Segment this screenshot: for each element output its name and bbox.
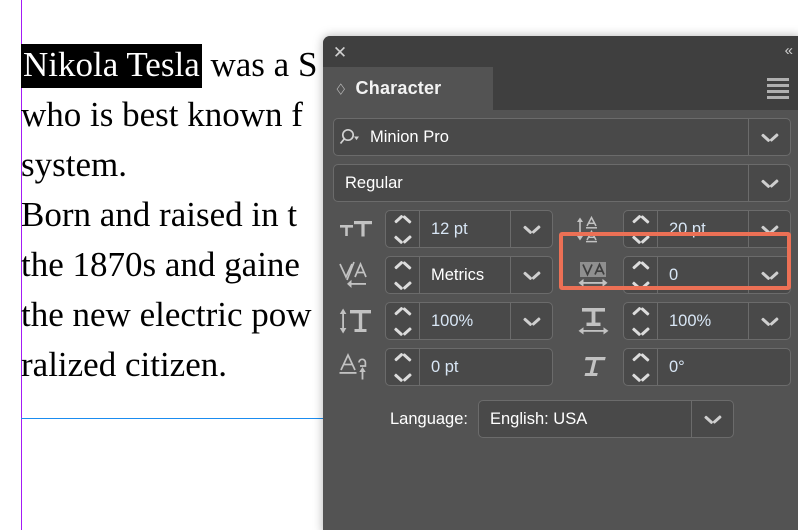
vertical-scale-icon	[333, 302, 379, 340]
horizontal-scale-icon	[571, 302, 617, 340]
panel-titlebar: ✕ «	[323, 36, 798, 67]
horizontal-scale-chevron-down-icon[interactable]	[748, 303, 790, 339]
tracking-icon	[571, 256, 617, 294]
skew-field[interactable]: 0°	[623, 348, 791, 386]
selected-text-run[interactable]: Nikola Tesla	[21, 44, 202, 88]
tracking-chevron-down-icon[interactable]	[748, 257, 790, 293]
baseline-shift-stepper[interactable]	[386, 349, 420, 385]
size-leading-row: 12 pt 20 pt	[333, 210, 791, 248]
language-combo[interactable]: English: USA	[478, 400, 734, 438]
leading-combo[interactable]: 20 pt	[623, 210, 791, 248]
kerning-icon	[333, 256, 379, 294]
font-size-combo[interactable]: 12 pt	[385, 210, 553, 248]
language-chevron-down-icon[interactable]	[691, 401, 733, 437]
document-line-text: who is best known f	[21, 95, 303, 134]
horizontal-scale-stepper[interactable]	[624, 303, 658, 339]
tab-character-label: Character	[355, 78, 442, 98]
font-style-value: Regular	[345, 173, 403, 192]
font-family-combo[interactable]: Minion Pro	[333, 118, 791, 156]
font-size-chevron-down-icon[interactable]	[510, 211, 552, 247]
skew-value: 0°	[669, 357, 685, 376]
baseline-skew-row: 0 pt 0°	[333, 348, 791, 386]
font-family-value: Minion Pro	[370, 127, 449, 146]
font-style-row: Regular	[333, 164, 791, 202]
app-root: Nikola Tesla was a S who is best known f…	[0, 0, 798, 530]
tracking-value: 0	[669, 265, 679, 284]
font-style-combo[interactable]: Regular	[333, 164, 791, 202]
collapse-panel-icon[interactable]: «	[785, 43, 793, 58]
document-line-text: ralized citizen.	[21, 345, 227, 384]
vertical-scale-value: 100%	[431, 311, 474, 330]
document-line-text: the new electric pow	[21, 295, 312, 334]
tracking-stepper[interactable]	[624, 257, 658, 293]
kerning-chevron-down-icon[interactable]	[510, 257, 552, 293]
vertical-scale-stepper[interactable]	[386, 303, 420, 339]
tabbar-filler	[493, 67, 755, 110]
baseline-shift-value: 0 pt	[431, 357, 459, 376]
leading-value: 20 pt	[669, 219, 706, 238]
scale-row: 100% 100%	[333, 302, 791, 340]
diamond-icon: ◇	[336, 80, 345, 97]
tab-character[interactable]: ◇ Character	[323, 67, 493, 110]
vertical-scale-chevron-down-icon[interactable]	[510, 303, 552, 339]
language-value: English: USA	[490, 409, 588, 428]
document-line-text: was a S	[201, 45, 318, 84]
search-font-icon[interactable]	[334, 119, 368, 155]
horizontal-scale-combo[interactable]: 100%	[623, 302, 791, 340]
font-size-stepper[interactable]	[386, 211, 420, 247]
document-line-text: system.	[21, 145, 127, 184]
baseline-shift-icon	[333, 348, 379, 386]
hamburger-menu-icon[interactable]	[755, 67, 798, 110]
baseline-shift-field[interactable]: 0 pt	[385, 348, 553, 386]
skew-stepper[interactable]	[624, 349, 658, 385]
leading-stepper[interactable]	[624, 211, 658, 247]
kerning-stepper[interactable]	[386, 257, 420, 293]
font-size-value: 12 pt	[431, 219, 468, 238]
font-style-chevron-down-icon[interactable]	[748, 165, 790, 201]
font-family-chevron-down-icon[interactable]	[748, 119, 790, 155]
kerning-tracking-row: Metrics 0	[333, 256, 791, 294]
language-row: Language: English: USA	[333, 400, 791, 438]
font-size-icon	[333, 210, 379, 248]
kerning-combo[interactable]: Metrics	[385, 256, 553, 294]
leading-icon	[571, 210, 617, 248]
skew-icon	[571, 348, 617, 386]
font-family-row: Minion Pro	[333, 118, 791, 156]
panel-tabbar: ◇ Character	[323, 67, 798, 110]
panel-body: Minion Pro Regular 12 pt 20 pt Metrics 0…	[323, 110, 798, 438]
horizontal-scale-value: 100%	[669, 311, 712, 330]
character-panel: ✕ « ◇ Character Minion Pro Regular 12 pt…	[323, 36, 798, 530]
language-label: Language:	[390, 409, 468, 428]
close-icon[interactable]: ✕	[329, 41, 351, 63]
document-line-text: the 1870s and gaine	[21, 245, 300, 284]
tracking-combo[interactable]: 0	[623, 256, 791, 294]
kerning-value: Metrics	[431, 265, 485, 284]
leading-chevron-down-icon[interactable]	[748, 211, 790, 247]
document-line-text: Born and raised in t	[21, 195, 298, 234]
vertical-scale-combo[interactable]: 100%	[385, 302, 553, 340]
